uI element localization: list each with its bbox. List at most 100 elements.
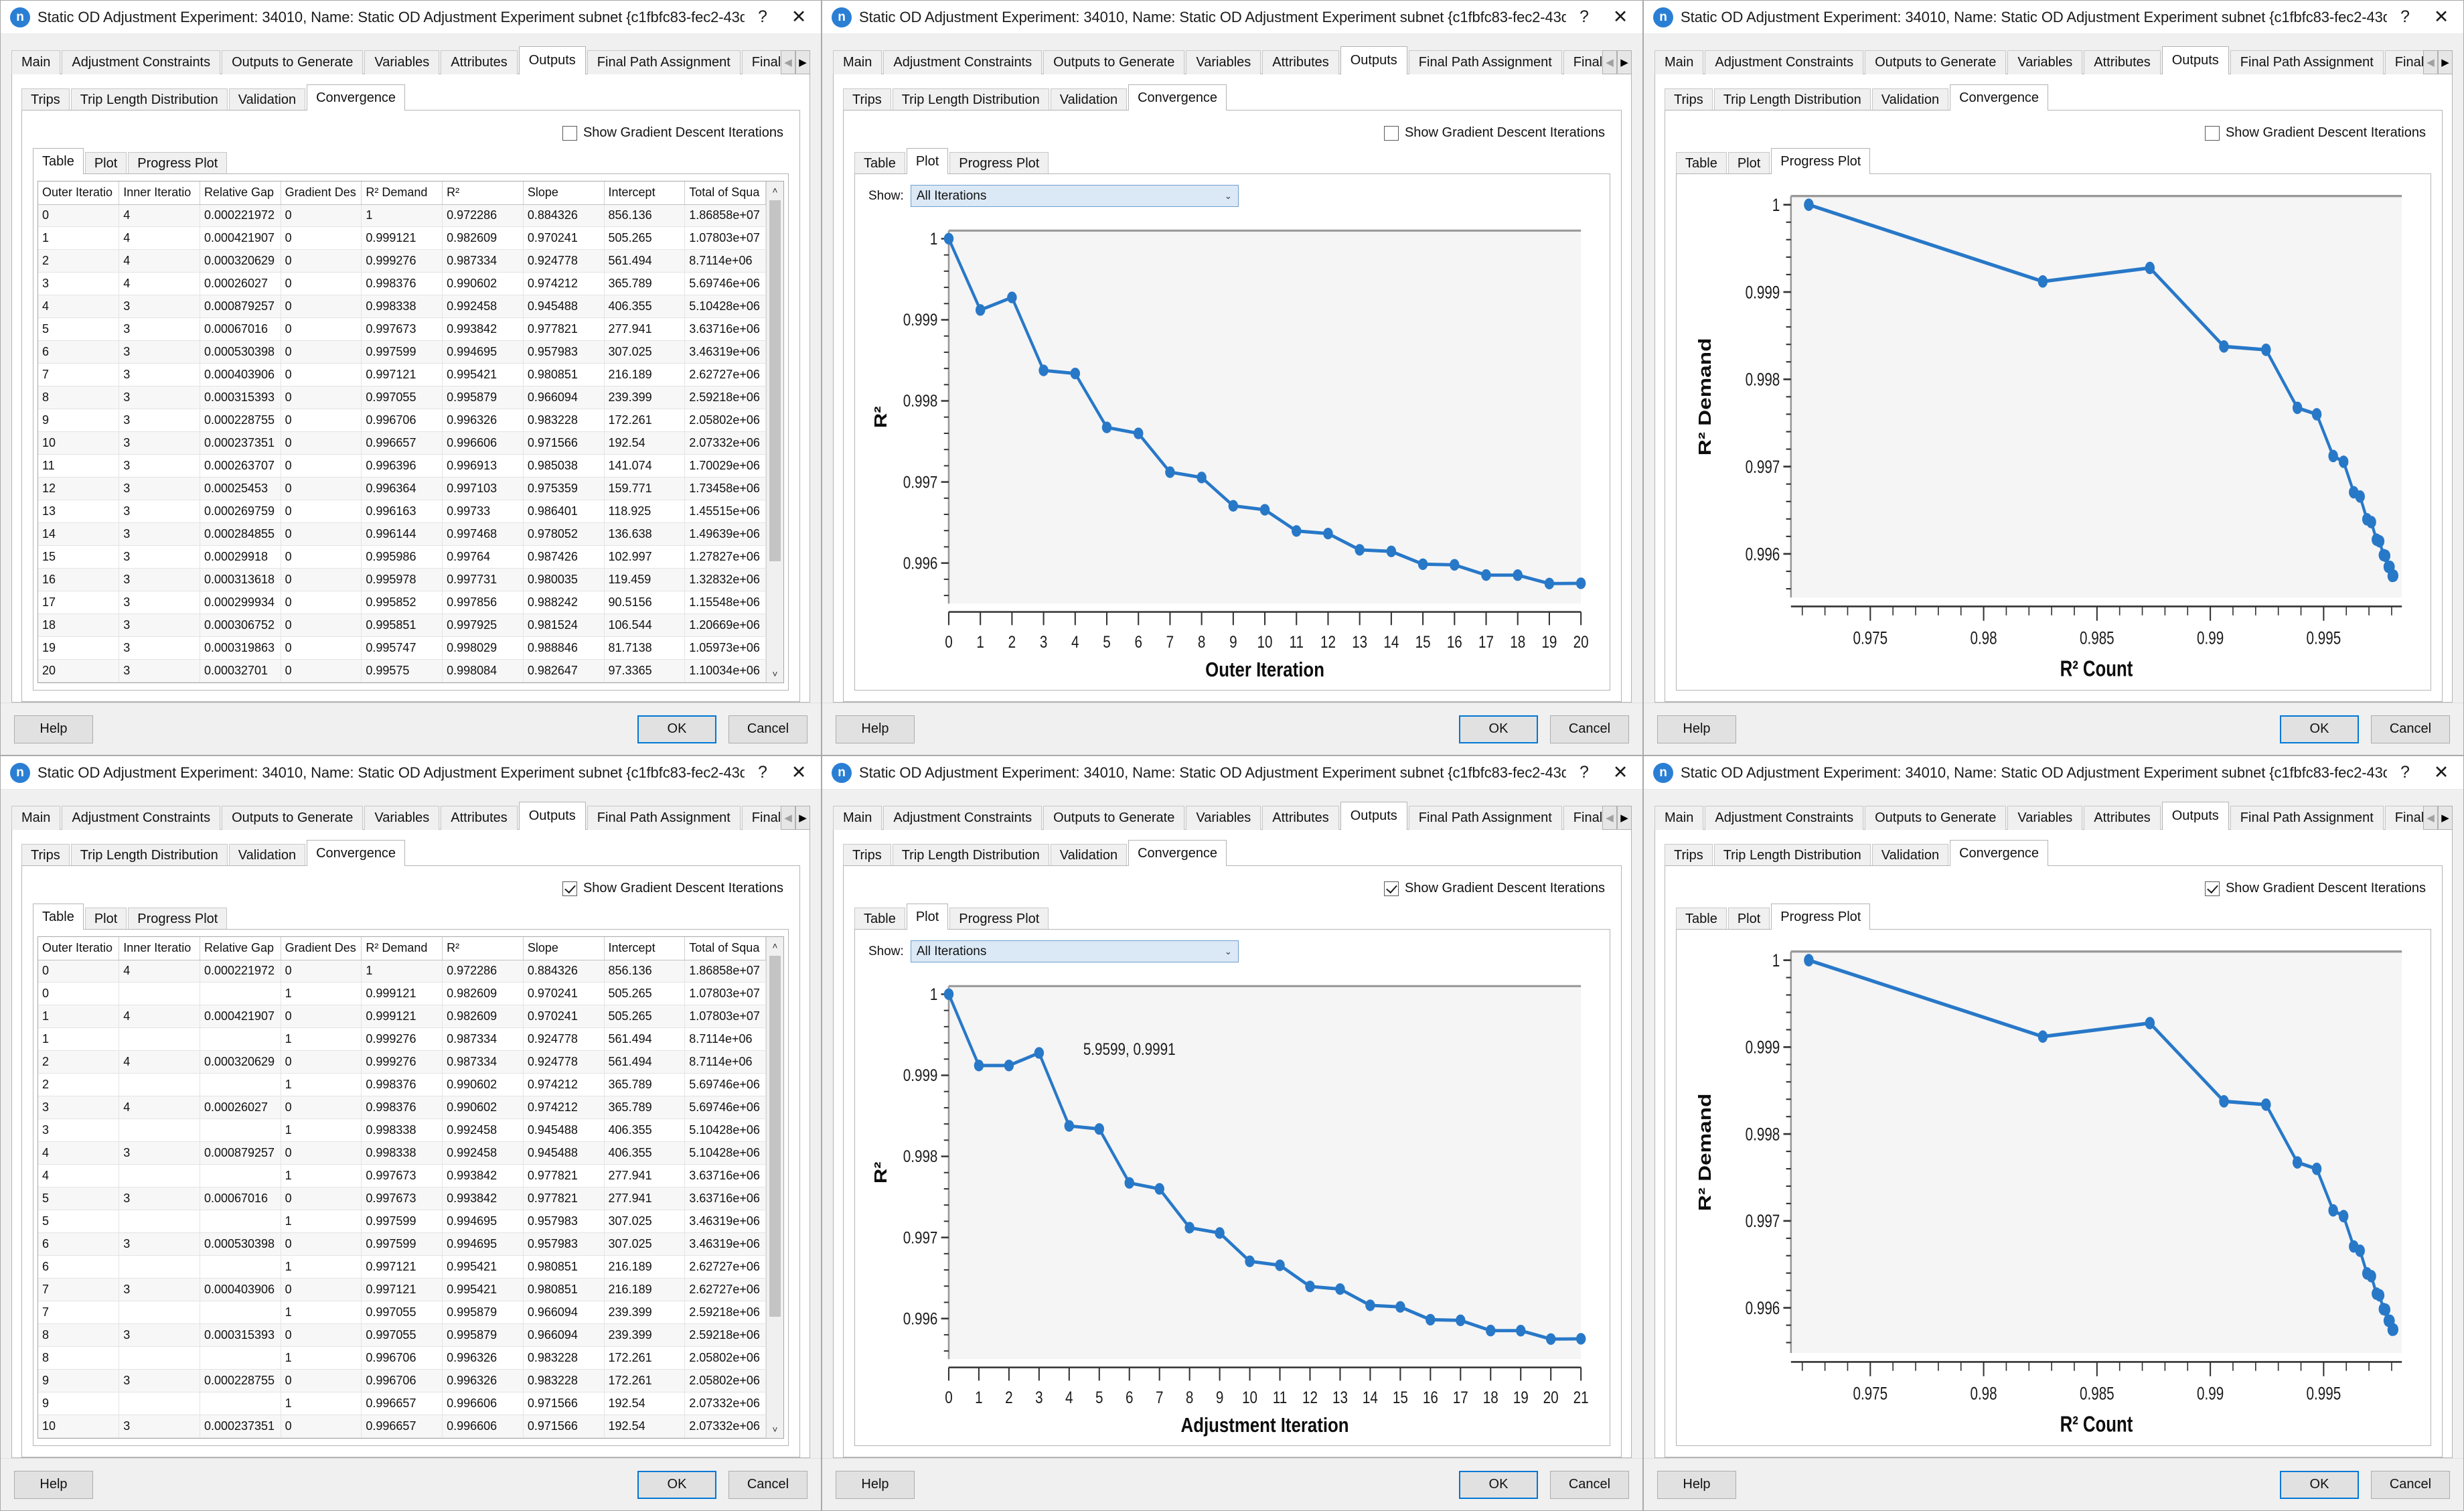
table-row[interactable]: 1 4 0.000421907 0 0.999121 0.982609 0.970241 50… bbox=[38, 226, 766, 250]
gradient-descent-checkbox-row[interactable]: Show Gradient Descent Iterations bbox=[1676, 877, 2431, 903]
tab-variables[interactable]: Variables bbox=[364, 50, 440, 74]
table-row[interactable]: 1 1 0.999276 0.987334 0.924778 561.494 8.7114e… bbox=[38, 1027, 766, 1052]
tab-table[interactable]: Table bbox=[854, 152, 905, 174]
column-header[interactable]: Inner Iteratio bbox=[119, 937, 200, 960]
cancel-button[interactable]: Cancel bbox=[728, 715, 807, 743]
tab-trip-length-distribution[interactable]: Trip Length Distribution bbox=[70, 844, 228, 866]
tab-convergence[interactable]: Convergence bbox=[1128, 84, 1227, 111]
tab-trips[interactable]: Trips bbox=[21, 88, 70, 111]
tab-scroll-right-icon[interactable]: ▶ bbox=[2438, 50, 2453, 74]
tab-outputs[interactable]: Outputs bbox=[1340, 46, 1407, 74]
help-button[interactable]: Help bbox=[1657, 1470, 1736, 1499]
column-header[interactable]: R² bbox=[442, 937, 524, 960]
title-bar[interactable]: n Static OD Adjustment Experiment: 34010,… bbox=[1644, 1, 2463, 34]
tab-trip-length-distribution[interactable]: Trip Length Distribution bbox=[1713, 844, 1871, 866]
scroll-up-arrow-icon[interactable]: ˄ bbox=[766, 937, 783, 954]
tab-outputs[interactable]: Outputs bbox=[1340, 802, 1407, 830]
help-question-icon[interactable]: ? bbox=[1566, 758, 1602, 788]
ok-button[interactable]: OK bbox=[1459, 1470, 1538, 1499]
column-header[interactable]: Outer Iteratio bbox=[38, 937, 120, 960]
close-icon[interactable]: ✕ bbox=[781, 758, 817, 788]
tab-plot[interactable]: Plot bbox=[84, 908, 127, 930]
tab-progress-plot[interactable]: Progress Plot bbox=[128, 152, 228, 174]
tab-outputs[interactable]: Outputs bbox=[518, 802, 586, 830]
tab-trip-length-distribution[interactable]: Trip Length Distribution bbox=[1713, 88, 1871, 111]
cancel-button[interactable]: Cancel bbox=[728, 1470, 807, 1499]
table-row[interactable]: 0 1 0.999121 0.982609 0.970241 505.265 1.07803… bbox=[38, 982, 766, 1006]
tab-attributes[interactable]: Attributes bbox=[2084, 806, 2161, 830]
table-row[interactable]: 18 3 0.000306752 0 0.995851 0.997925 0.981524 1… bbox=[38, 614, 766, 637]
tab-plot[interactable]: Plot bbox=[906, 904, 949, 930]
table-row[interactable]: 2 4 0.000320629 0 0.999276 0.987334 0.924778 56… bbox=[38, 1050, 766, 1074]
table-row[interactable]: 3 1 0.998338 0.992458 0.945488 406.355 5.10428… bbox=[38, 1119, 766, 1143]
table-row[interactable]: 4 3 0.000879257 0 0.998338 0.992458 0.945488 40… bbox=[38, 295, 766, 319]
cancel-button[interactable]: Cancel bbox=[1550, 715, 1629, 743]
tab-convergence[interactable]: Convergence bbox=[307, 840, 406, 866]
table-vertical-scrollbar[interactable]: ˄ ˅ bbox=[766, 182, 783, 682]
scroll-down-arrow-icon[interactable]: ˅ bbox=[766, 1421, 783, 1438]
tab-convergence[interactable]: Convergence bbox=[1950, 840, 2049, 866]
close-icon[interactable]: ✕ bbox=[781, 3, 817, 32]
cancel-button[interactable]: Cancel bbox=[2371, 1470, 2450, 1499]
table-row[interactable]: 5 3 0.00067016 0 0.997673 0.993842 0.977821 277… bbox=[38, 1187, 766, 1211]
show-gradient-descent-iterations-checkbox[interactable] bbox=[1383, 125, 1399, 141]
title-bar[interactable]: n Static OD Adjustment Experiment: 34010,… bbox=[822, 756, 1642, 790]
scrollbar-thumb[interactable] bbox=[769, 956, 781, 1317]
tab-plot[interactable]: Plot bbox=[1727, 908, 1770, 930]
tab-outputs-to-generate[interactable]: Outputs to Generate bbox=[1043, 806, 1185, 830]
tab-trip-length-distribution[interactable]: Trip Length Distribution bbox=[892, 88, 1049, 111]
table-row[interactable]: 12 3 0.00025453 0 0.996364 0.997103 0.975359 15… bbox=[38, 477, 766, 501]
tab-scroll-left-icon[interactable]: ◀ bbox=[781, 50, 795, 74]
help-button[interactable]: Help bbox=[1657, 715, 1736, 743]
close-icon[interactable]: ✕ bbox=[1602, 758, 1638, 788]
tab-main[interactable]: Main bbox=[833, 806, 882, 830]
column-header[interactable]: Outer Iteratio bbox=[38, 182, 120, 205]
title-bar[interactable]: n Static OD Adjustment Experiment: 34010,… bbox=[1644, 756, 2463, 790]
table-row[interactable]: 14 3 0.000284855 0 0.996144 0.997468 0.978052 1… bbox=[38, 522, 766, 547]
column-header[interactable]: Slope bbox=[523, 937, 605, 960]
help-question-icon[interactable]: ? bbox=[2387, 3, 2423, 32]
tab-validation[interactable]: Validation bbox=[1050, 88, 1128, 111]
column-header[interactable]: Gradient Des bbox=[281, 937, 362, 960]
tab-adjustment-constraints[interactable]: Adjustment Constraints bbox=[883, 50, 1043, 74]
tab-final-path-assignment[interactable]: Final Path Assignment bbox=[1408, 50, 1562, 74]
table-row[interactable]: 16 3 0.000313618 0 0.995978 0.997731 0.980035 1… bbox=[38, 568, 766, 591]
tab-validation[interactable]: Validation bbox=[1871, 88, 1949, 111]
table-row[interactable]: 0 4 0.000221972 0 1 0.972286 0.884326 856.136 1.… bbox=[38, 204, 766, 228]
tab-main[interactable]: Main bbox=[11, 806, 61, 830]
table-row[interactable]: 6 1 0.997121 0.995421 0.980851 216.189 2.62727… bbox=[38, 1255, 766, 1279]
tab-trip-length-distribution[interactable]: Trip Length Distribution bbox=[70, 88, 228, 111]
table-vertical-scrollbar[interactable]: ˄ ˅ bbox=[766, 937, 783, 1438]
tab-final-path-assignment[interactable]: Final Path Assignment bbox=[2230, 50, 2384, 74]
tab-variables[interactable]: Variables bbox=[2007, 806, 2083, 830]
tab-adjustment-constraints[interactable]: Adjustment Constraints bbox=[883, 806, 1043, 830]
table-row[interactable]: 19 3 0.000319863 0 0.995747 0.998029 0.988846 8… bbox=[38, 636, 766, 660]
tab-outputs[interactable]: Outputs bbox=[518, 46, 586, 74]
tab-table[interactable]: Table bbox=[854, 908, 905, 930]
show-gradient-descent-iterations-checkbox[interactable] bbox=[562, 125, 577, 141]
column-header[interactable]: Total of Squa bbox=[684, 937, 766, 960]
tab-final-path-assignment[interactable]: Final Path Assignment bbox=[587, 50, 741, 74]
tab-convergence[interactable]: Convergence bbox=[1950, 84, 2049, 111]
table-row[interactable]: 15 3 0.00029918 0 0.995986 0.99764 0.987426 102… bbox=[38, 545, 766, 569]
tab-adjustment-constraints[interactable]: Adjustment Constraints bbox=[1705, 50, 1864, 74]
tab-attributes[interactable]: Attributes bbox=[441, 50, 518, 74]
ok-button[interactable]: OK bbox=[637, 1470, 716, 1499]
column-header[interactable]: Gradient Des bbox=[281, 182, 362, 205]
table-row[interactable]: 13 3 0.000269759 0 0.996163 0.99733 0.986401 11… bbox=[38, 500, 766, 524]
tab-attributes[interactable]: Attributes bbox=[2084, 50, 2161, 74]
tab-progress-plot[interactable]: Progress Plot bbox=[949, 908, 1049, 930]
tab-plot[interactable]: Plot bbox=[906, 148, 949, 174]
column-header[interactable]: Relative Gap bbox=[200, 182, 281, 205]
help-button[interactable]: Help bbox=[14, 1470, 93, 1499]
tab-convergence[interactable]: Convergence bbox=[1128, 840, 1227, 866]
tab-trips[interactable]: Trips bbox=[1665, 88, 1713, 111]
tab-main[interactable]: Main bbox=[1654, 806, 1704, 830]
tab-adjustment-constraints[interactable]: Adjustment Constraints bbox=[1705, 806, 1864, 830]
tab-scroll-left-icon[interactable]: ◀ bbox=[1602, 50, 1617, 74]
table-row[interactable]: 6 3 0.000530398 0 0.997599 0.994695 0.957983 30… bbox=[38, 1232, 766, 1256]
tab-validation[interactable]: Validation bbox=[228, 88, 306, 111]
table-row[interactable]: 9 3 0.000228755 0 0.996706 0.996326 0.983228 17… bbox=[38, 409, 766, 433]
gradient-descent-checkbox-row[interactable]: Show Gradient Descent Iterations bbox=[33, 121, 789, 147]
help-question-icon[interactable]: ? bbox=[1566, 3, 1602, 32]
